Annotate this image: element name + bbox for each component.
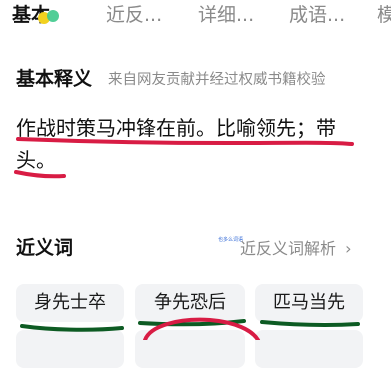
synonym-chip-row2-2[interactable] <box>135 330 245 368</box>
synonym-chip-1[interactable]: 身先士卒 <box>16 284 124 322</box>
definition-line-1: 作战时策马冲锋在前。比喻领先；带 <box>16 116 336 140</box>
synonym-analysis-link[interactable]: 近反义词解析 › <box>240 235 352 259</box>
basic-definition-title: 基本释义 <box>16 68 93 90</box>
tab-bar: 基本 近反... 详细... 成语... 模 <box>0 0 391 34</box>
synonym-analysis-label: 近反义词解析 <box>240 239 337 258</box>
synonyms-title: 近义词 <box>16 237 74 259</box>
synonym-chip-3[interactable]: 匹马当先 <box>255 284 363 322</box>
green-underline-3 <box>260 320 360 328</box>
synonym-chip-row2-1[interactable] <box>16 330 124 368</box>
tab-detailed[interactable]: 详细... <box>198 2 254 28</box>
definition-text: 作战时策马冲锋在前。比喻领先；带 头。 <box>16 112 376 176</box>
tab-synonyms-antonyms[interactable]: 近反... <box>106 2 162 28</box>
chevron-right-icon: › <box>345 239 352 258</box>
source-note: 来自网友贡献并经过权威书籍校验 <box>108 72 326 88</box>
synonym-chip-row2-3[interactable] <box>255 330 363 368</box>
synonym-chip-2[interactable]: 争先恐后 <box>135 284 245 322</box>
definition-line-2: 头。 <box>16 148 56 172</box>
active-tab-indicator-icon <box>36 8 62 26</box>
tab-idioms[interactable]: 成语... <box>289 2 345 28</box>
tab-more[interactable]: 模 <box>377 2 391 28</box>
